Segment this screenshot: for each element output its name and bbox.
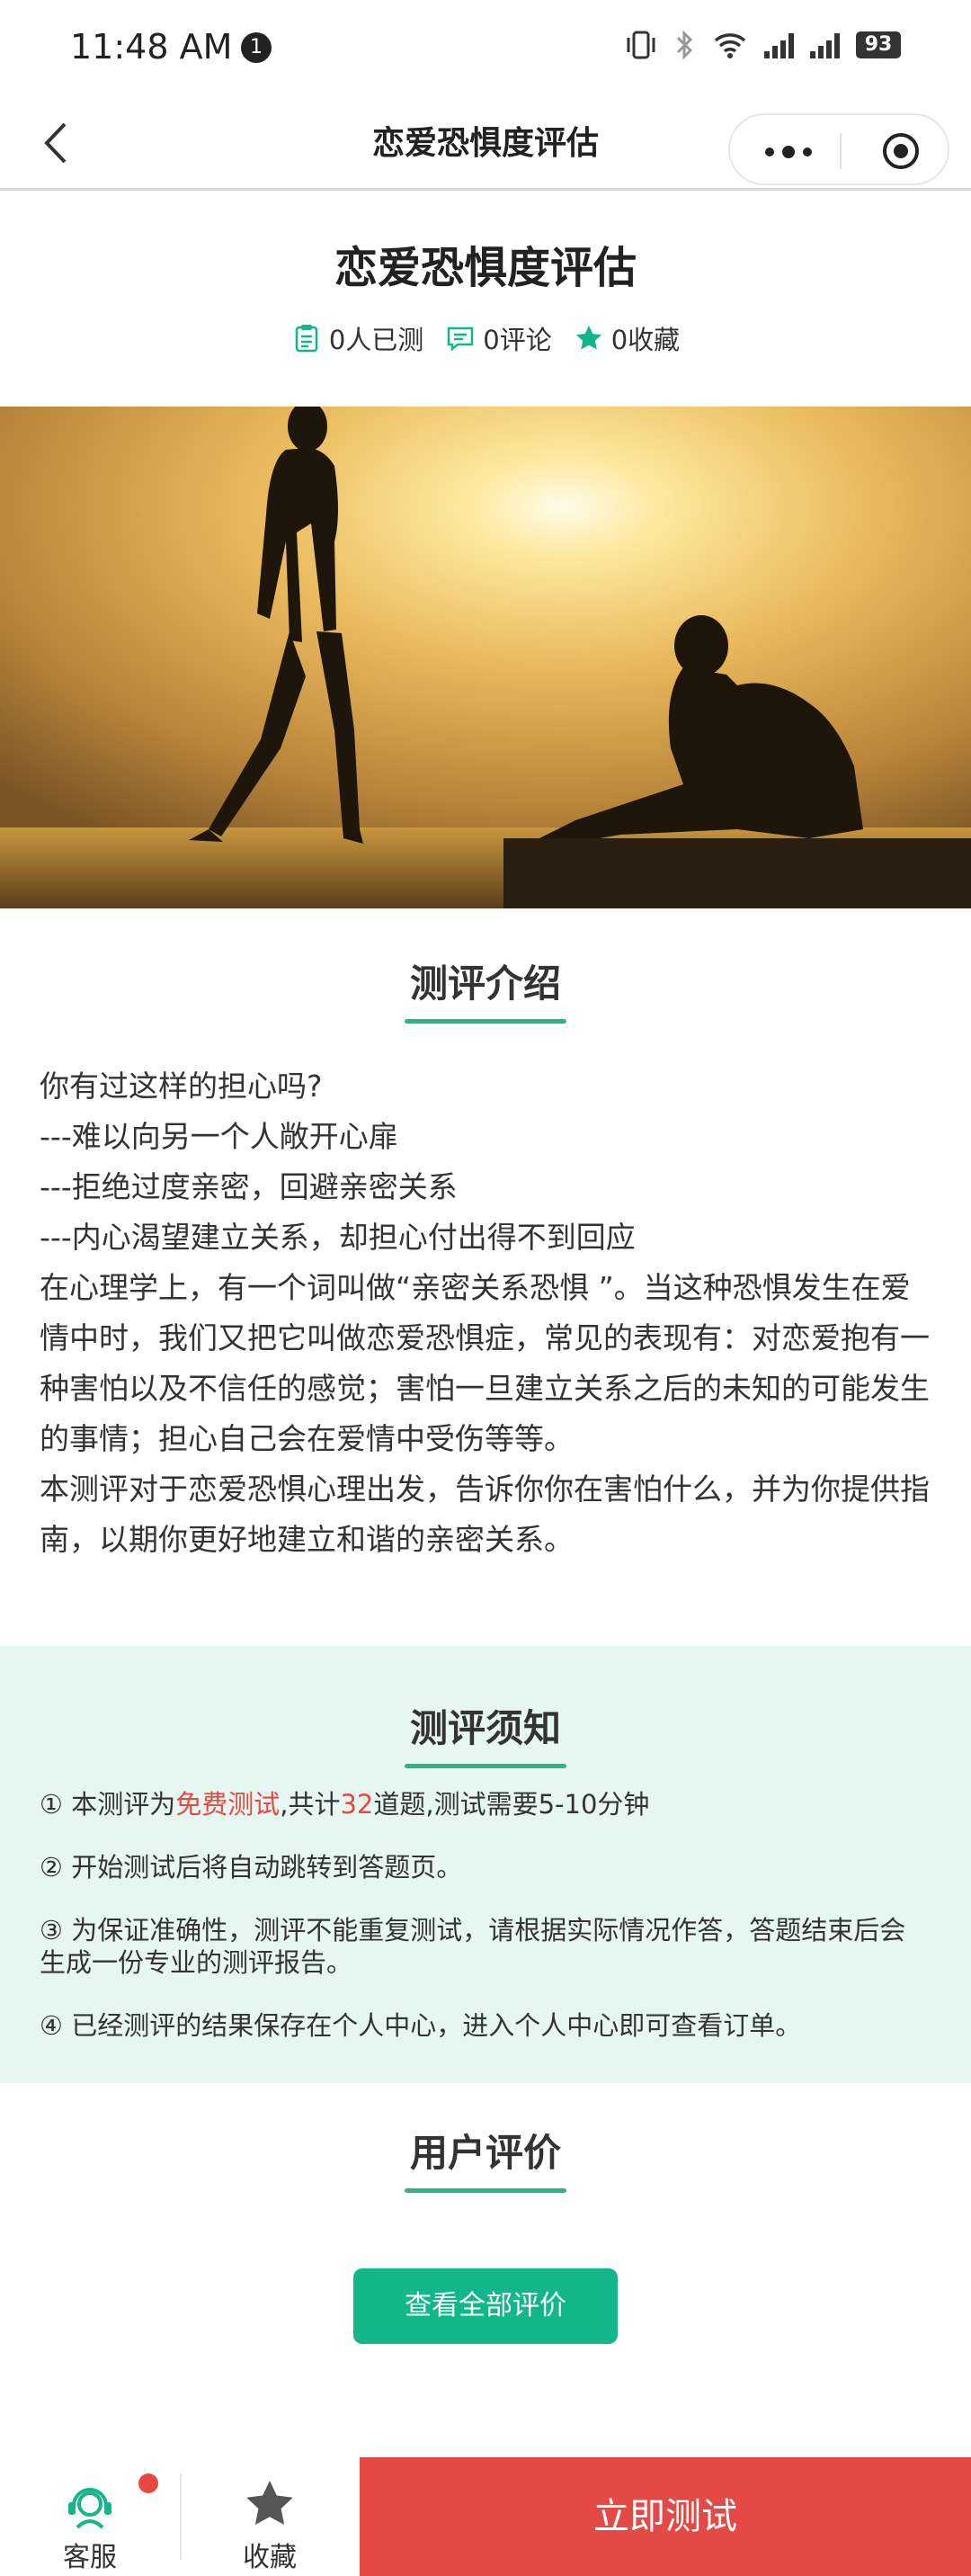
clipboard-icon <box>295 325 318 353</box>
intro-paragraph: ---内心渴望建立关系，却担心付出得不到回应 <box>40 1220 636 1255</box>
stats-row: 0人已测 0评论 0收藏 <box>0 319 971 357</box>
intro-underline <box>405 1019 566 1024</box>
notice-item-4: ④ 已经测评的结果保存在个人中心，进入个人中心即可查看订单。 <box>40 2010 802 2041</box>
wifi-icon <box>714 33 746 58</box>
question-count-highlight: 32 <box>340 1789 374 1820</box>
reviews-underline <box>405 2188 566 2193</box>
star-icon <box>246 2481 293 2525</box>
tested-count: 0人已测 <box>291 319 423 357</box>
intro-paragraph: 在心理学上，有一个词叫做“亲密关系恐惧 ”。当这种恐惧发生在爱情中时，我们又把它… <box>40 1270 930 1456</box>
status-bar: 11:48 AM 1 93 <box>0 0 971 97</box>
favorite-count: 0收藏 <box>574 319 680 357</box>
intro-text: 你有过这样的担心吗? ---难以向另一个人敞开心扉 ---拒绝过度亲密，回避亲密… <box>40 1061 931 1565</box>
notice-heading: 测评须知 <box>409 1706 561 1750</box>
mini-program-capsule <box>728 113 949 185</box>
intro-paragraph: 本测评对于恋爱恐惧心理出发，告诉你你在害怕什么，并为你提供指南，以期你更好地建立… <box>40 1471 930 1557</box>
more-icon[interactable] <box>757 139 820 165</box>
page-title: 恋爱恐惧度评估 <box>334 243 637 293</box>
hero-image <box>0 407 971 908</box>
favorites-label: 0收藏 <box>610 325 681 355</box>
reviews-heading: 用户评价 <box>409 2131 561 2175</box>
notice-list: ① 本测评为免费测试,共计32道题,测试需要5-10分钟 ② 开始测试后将自动跳… <box>40 1788 931 2072</box>
comments-label: 0评论 <box>483 325 552 355</box>
notification-badge: 1 <box>241 32 272 63</box>
comment-icon <box>448 326 474 352</box>
intro-paragraph: ---难以向另一个人敞开心扉 <box>40 1119 398 1154</box>
intro-paragraph: 你有过这样的担心吗? <box>40 1069 323 1104</box>
intro-heading: 测评介绍 <box>409 962 561 1006</box>
view-all-reviews-button[interactable]: 查看全部评价 <box>353 2268 618 2344</box>
close-miniprogram-icon[interactable] <box>881 131 921 171</box>
favorite-label: 收藏 <box>243 2542 297 2573</box>
customer-service-label: 客服 <box>63 2542 117 2573</box>
customer-service-icon <box>68 2488 111 2529</box>
vibrate-icon <box>627 31 655 59</box>
star-icon <box>575 326 601 350</box>
free-test-highlight: 免费测试 <box>175 1789 281 1820</box>
notice-item-3: ③ 为保证准确性，测评不能重复测试，请根据实际情况作答，答题结束后会生成一份专业… <box>40 1915 906 1978</box>
customer-service-tab[interactable]: 客服 <box>0 2457 180 2576</box>
start-test-button[interactable]: 立即测试 <box>360 2457 971 2576</box>
signal-icon-2 <box>810 31 840 58</box>
tested-label: 0人已测 <box>328 325 424 355</box>
comment-count: 0评论 <box>445 319 552 357</box>
bluetooth-icon <box>676 30 693 60</box>
notice-item-1: ① 本测评为免费测试,共计32道题,测试需要5-10分钟 <box>40 1789 650 1820</box>
bottom-action-bar: 客服 收藏 立即测试 <box>0 2457 971 2576</box>
signal-icon <box>764 31 794 58</box>
battery-icon: 93 <box>856 31 901 58</box>
intro-paragraph: ---拒绝过度亲密，回避亲密关系 <box>40 1169 458 1204</box>
status-time: 11:48 AM <box>70 27 233 67</box>
notice-underline <box>405 1764 566 1768</box>
status-icons: 93 <box>624 29 901 61</box>
nav-bar: 恋爱恐惧度评估 <box>0 97 971 191</box>
favorite-tab[interactable]: 收藏 <box>180 2457 360 2576</box>
unread-dot <box>138 2473 158 2493</box>
notice-item-2: ② 开始测试后将自动跳转到答题页。 <box>40 1852 463 1883</box>
